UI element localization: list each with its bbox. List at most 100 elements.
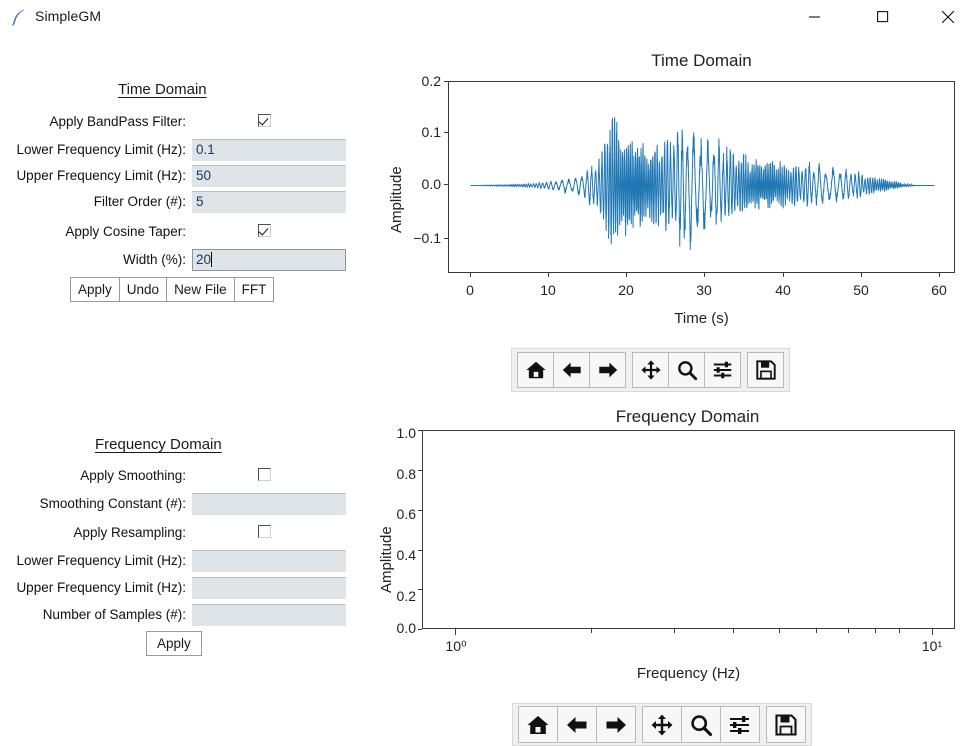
frequency-domain-xlabel: Frequency (Hz)	[636, 665, 741, 682]
save-floppy-icon[interactable]	[766, 706, 806, 743]
time-xtick-10: 10	[540, 282, 556, 298]
freq-ytick-mark	[418, 510, 422, 511]
input-upper-frequency-limit-time[interactable]: 50	[192, 165, 346, 187]
time-xtick-50: 50	[853, 282, 869, 298]
title-bar: SimpleGM	[0, 0, 975, 36]
time-xtick-mark	[626, 273, 627, 277]
label-number-of-samples: Number of Samples (#):	[42, 607, 186, 622]
time-xtick-40: 40	[775, 282, 791, 298]
input-filter-order[interactable]: 5	[192, 191, 346, 213]
apply-button-frequency[interactable]: Apply	[146, 631, 202, 656]
freq-xtick-minor-mark	[847, 629, 849, 633]
freq-ytick-mark	[418, 589, 422, 590]
input-lower-frequency-limit-time[interactable]: 0.1	[192, 139, 346, 161]
subplot-sliders-icon[interactable]	[704, 352, 741, 388]
back-arrow-icon[interactable]	[553, 352, 590, 388]
frequency-domain-chart-title: Frequency Domain	[615, 407, 760, 426]
back-arrow-icon[interactable]	[557, 706, 597, 743]
minimize-button[interactable]	[792, 0, 838, 33]
freq-xtick-minor-mark	[816, 629, 818, 633]
window-title: SimpleGM	[35, 8, 102, 24]
apply-button-time[interactable]: Apply	[70, 277, 120, 302]
time-ytick-mark	[444, 81, 448, 82]
time-ytick-0p0: 0.0	[421, 176, 441, 192]
checkbox-apply-cosine-taper[interactable]	[258, 224, 271, 237]
freq-xtick-minor-mark	[673, 629, 675, 633]
time-domain-ylabel: Amplitude	[388, 166, 405, 233]
time-xtick-60: 60	[931, 282, 947, 298]
freq-xtick-minor-mark	[732, 629, 734, 633]
forward-arrow-icon[interactable]	[589, 352, 626, 388]
pan-move-icon[interactable]	[632, 352, 669, 388]
label-upper-frequency-limit-freq: Upper Frequency Limit (Hz):	[16, 580, 186, 595]
freq-xtick-1e0: 10⁰	[445, 638, 467, 654]
freq-xtick-minor-mark	[899, 629, 901, 633]
text-caret	[211, 252, 213, 267]
feather-icon	[9, 7, 29, 27]
fft-button[interactable]: FFT	[233, 277, 275, 302]
time-xtick-30: 30	[696, 282, 712, 298]
maximize-button[interactable]	[860, 0, 906, 33]
checkbox-apply-smoothing[interactable]	[258, 468, 271, 481]
freq-ytick-1p0: 1.0	[396, 425, 416, 441]
freq-ytick-0p6: 0.6	[396, 506, 416, 522]
new-file-button[interactable]: New File	[166, 277, 235, 302]
label-apply-cosine-taper: Apply Cosine Taper:	[65, 224, 186, 239]
freq-xtick-minor-mark	[778, 629, 780, 633]
save-floppy-icon[interactable]	[747, 352, 784, 388]
freq-ytick-mark	[418, 470, 422, 471]
input-taper-width[interactable]: 20	[192, 249, 346, 271]
label-filter-order: Filter Order (#):	[93, 194, 186, 209]
label-lower-frequency-limit-freq: Lower Frequency Limit (Hz):	[16, 553, 186, 568]
freq-xtick-minor-mark	[875, 629, 877, 633]
home-icon[interactable]	[517, 352, 554, 388]
input-number-of-samples[interactable]	[192, 604, 346, 626]
time-ytick-mark	[444, 184, 448, 185]
input-smoothing-constant[interactable]	[192, 493, 346, 515]
freq-xtick-minor-mark	[590, 629, 592, 633]
time-xtick-mark	[548, 273, 549, 277]
undo-button[interactable]: Undo	[118, 277, 168, 302]
time-domain-axes	[448, 81, 955, 273]
time-ytick-mark	[444, 238, 448, 239]
frequency-domain-ylabel: Amplitude	[378, 526, 395, 593]
application-window: SimpleGM Time Domain Apply BandPass Filt…	[0, 0, 975, 746]
time-domain-waveform	[470, 117, 935, 250]
time-domain-chart-title: Time Domain	[651, 51, 752, 70]
label-lower-frequency-limit-time: Lower Frequency Limit (Hz):	[16, 142, 186, 157]
input-taper-width-value: 20	[196, 252, 212, 267]
time-xtick-20: 20	[618, 282, 634, 298]
pan-move-icon[interactable]	[642, 706, 682, 743]
time-domain-xlabel: Time (s)	[674, 310, 729, 327]
freq-xtick-1e1: 10¹	[921, 638, 943, 654]
time-xtick-mark	[861, 273, 862, 277]
time-xtick-mark	[704, 273, 705, 277]
time-xtick-mark	[470, 273, 471, 277]
freq-ytick-mark	[418, 430, 422, 431]
time-domain-button-row: Apply Undo New File FFT	[70, 277, 275, 302]
zoom-magnifier-icon[interactable]	[681, 706, 721, 743]
zoom-magnifier-icon[interactable]	[668, 352, 705, 388]
time-domain-nav-toolbar	[511, 348, 790, 392]
time-ytick-mark	[444, 132, 448, 133]
checkbox-apply-bandpass-filter[interactable]	[258, 114, 271, 127]
label-taper-width: Width (%):	[122, 252, 186, 267]
checkbox-apply-resampling[interactable]	[258, 525, 271, 538]
frequency-domain-axes	[422, 430, 955, 629]
freq-ytick-0p0: 0.0	[396, 620, 416, 636]
time-xtick-mark	[939, 273, 940, 277]
time-ytick-0p2: 0.2	[421, 73, 441, 89]
forward-arrow-icon[interactable]	[596, 706, 636, 743]
home-icon[interactable]	[518, 706, 558, 743]
freq-ytick-0p8: 0.8	[396, 466, 416, 482]
frequency-domain-nav-toolbar	[512, 703, 812, 746]
label-upper-frequency-limit-time: Upper Frequency Limit (Hz):	[16, 168, 186, 183]
close-button[interactable]	[925, 0, 971, 33]
input-lower-frequency-limit-freq[interactable]	[192, 550, 346, 572]
time-domain-panel-heading: Time Domain	[118, 81, 207, 98]
subplot-sliders-icon[interactable]	[720, 706, 760, 743]
time-xtick-mark	[783, 273, 784, 277]
input-upper-frequency-limit-freq[interactable]	[192, 577, 346, 599]
label-apply-bandpass-filter: Apply BandPass Filter:	[49, 114, 186, 129]
time-ytick-0p1: 0.1	[421, 124, 441, 140]
